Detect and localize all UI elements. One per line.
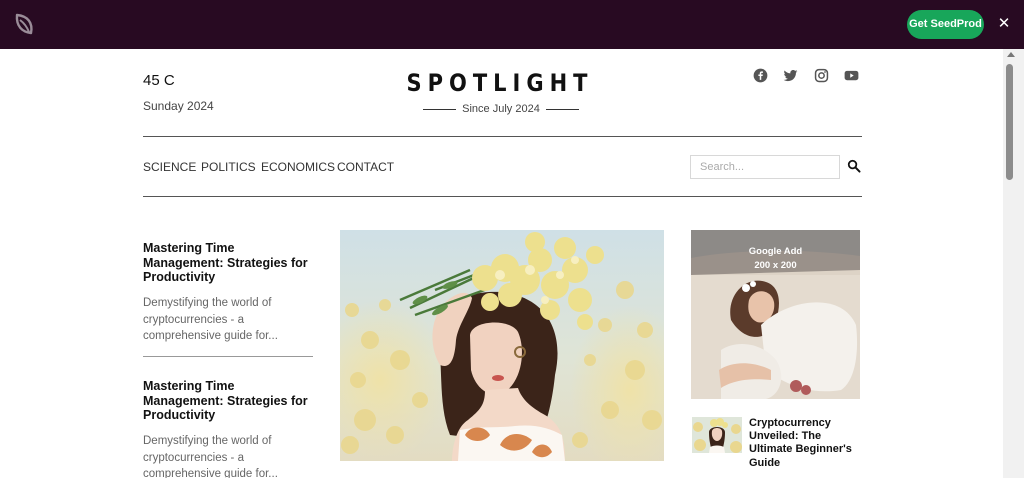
nav-item-contact[interactable]: CONTACT [337, 160, 394, 174]
tagline-rule-left [423, 109, 456, 110]
side-article-thumbnail-graphic [692, 417, 742, 453]
nav-item-economics[interactable]: ECONOMICS [261, 160, 335, 174]
article-title[interactable]: Mastering Time Management: Strategies fo… [143, 241, 318, 285]
ad-label-size: 200 x 200 [754, 260, 797, 271]
site-title[interactable]: SPOTLIGHT [400, 69, 600, 97]
article-divider [143, 356, 313, 357]
nav-item-science[interactable]: SCIENCE [143, 160, 196, 174]
side-article-thumbnail[interactable] [692, 417, 742, 453]
tagline-rule-right [546, 109, 579, 110]
article-excerpt: Demystifying the world of cryptocurrenci… [143, 435, 278, 478]
ad-label: Google Add 200 x 200 [691, 245, 860, 273]
seedprod-leaf-icon[interactable] [12, 12, 36, 36]
facebook-icon[interactable] [753, 68, 768, 83]
instagram-icon[interactable] [814, 68, 829, 83]
scrollbar-thumb[interactable] [1006, 64, 1013, 180]
article-title[interactable]: Mastering Time Management: Strategies fo… [143, 379, 318, 423]
youtube-icon[interactable] [844, 68, 859, 83]
scroll-up-arrow-icon[interactable] [1007, 52, 1015, 57]
nav-item-politics[interactable]: POLITICS [201, 160, 256, 174]
search-input[interactable] [690, 155, 840, 179]
article-excerpt: Demystifying the world of cryptocurrenci… [143, 297, 278, 342]
featured-image-graphic [340, 230, 664, 461]
tagline: Since July 2024 [423, 103, 579, 117]
seedprod-admin-bar: Get SeedProd ✕ [0, 0, 1024, 49]
current-date: Sunday 2024 [143, 99, 214, 113]
ad-label-title: Google Add [748, 246, 803, 257]
get-seedprod-button[interactable]: Get SeedProd [907, 10, 984, 39]
close-icon[interactable]: ✕ [996, 15, 1012, 33]
side-article-title[interactable]: Cryptocurrency Unveiled: The Ultimate Be… [749, 417, 864, 470]
header-divider [143, 136, 862, 137]
tagline-text: Since July 2024 [462, 103, 540, 115]
featured-image[interactable] [340, 230, 664, 461]
google-ad-placeholder[interactable]: Google Add 200 x 200 [691, 230, 860, 399]
twitter-icon[interactable] [783, 68, 798, 83]
search-icon[interactable] [847, 159, 861, 173]
temperature: 45 C [143, 72, 175, 89]
nav-divider [143, 196, 862, 197]
